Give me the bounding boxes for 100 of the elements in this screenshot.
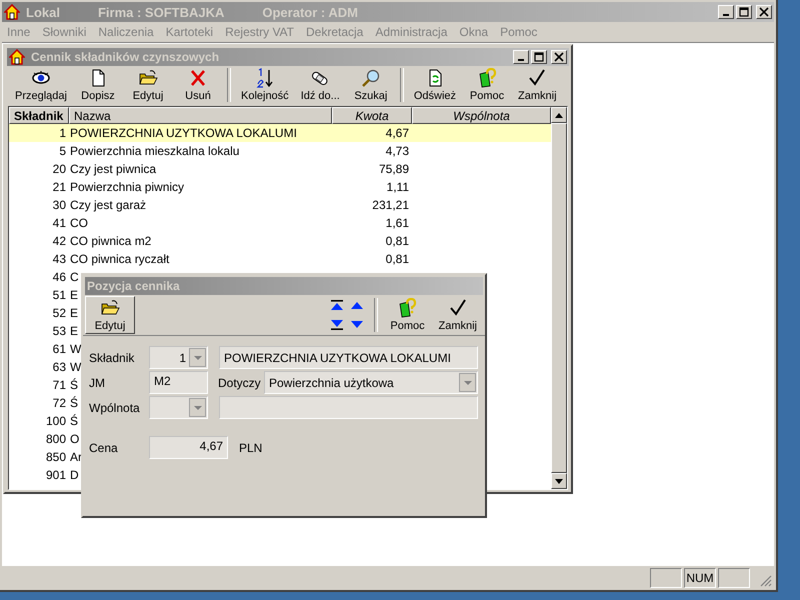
- table-row[interactable]: 20 Czy jest piwnica 75,89: [9, 160, 551, 178]
- edit-button[interactable]: Edytuj: [85, 296, 135, 334]
- maximize-icon: [739, 7, 749, 17]
- table-cell: Powierzchnia mieszkalna lokalu: [70, 144, 240, 158]
- unit-field[interactable]: M2: [149, 371, 208, 394]
- num-indicator: NUM: [684, 568, 716, 588]
- previous-record-icon[interactable]: [350, 300, 364, 312]
- scroll-up-button[interactable]: [551, 107, 567, 123]
- toolbar-button[interactable]: Kolejność: [234, 66, 295, 104]
- table-cell: O: [70, 432, 80, 446]
- table-cell: CO piwnica ryczałt: [70, 252, 170, 266]
- company-label: Firma : SOFTBAJKA: [98, 4, 224, 20]
- table-row[interactable]: 30 Czy jest garaż 231,21: [9, 196, 551, 214]
- search-icon: [360, 68, 381, 88]
- toolbar-button[interactable]: Szukaj: [346, 66, 396, 104]
- dropdown-arrow-icon[interactable]: [194, 356, 202, 360]
- table-cell: POWIERZCHNIA UZYTKOWA LOKALUMI: [70, 126, 297, 140]
- table-cell: 1: [59, 126, 66, 140]
- field-label: JM: [89, 376, 106, 390]
- toolbar-button[interactable]: Pomoc: [462, 66, 512, 104]
- price-field[interactable]: 4,67: [149, 436, 228, 459]
- table-cell: C: [70, 270, 79, 284]
- toolbar-button[interactable]: Idź do...: [294, 66, 346, 104]
- table-cell: D: [70, 468, 79, 482]
- toolbar-button[interactable]: Pomoc: [382, 296, 432, 334]
- table-cell: 850: [46, 450, 66, 464]
- house-icon: [4, 4, 20, 20]
- up-arrow-icon: [555, 112, 563, 118]
- community-combo[interactable]: [149, 396, 208, 419]
- help-icon: [397, 298, 418, 318]
- table-cell: 53: [52, 324, 66, 338]
- column-header[interactable]: Składnik: [9, 107, 69, 124]
- scrollbar-thumb[interactable]: [551, 123, 567, 473]
- table-cell: 100: [46, 414, 66, 428]
- table-row[interactable]: 5 Powierzchnia mieszkalna lokalu 4,73: [9, 142, 551, 160]
- applies-to-combo[interactable]: Powierzchnia użytkowa: [264, 371, 478, 394]
- name-field[interactable]: POWIERZCHNIA UZYTKOWA LOKALUMI: [219, 346, 478, 369]
- table-cell: 42: [52, 234, 66, 248]
- scroll-down-button[interactable]: [551, 473, 567, 489]
- table-row[interactable]: 43 CO piwnica ryczałt 0,81: [9, 250, 551, 268]
- sort-icon: [254, 68, 275, 88]
- table-cell: 71: [52, 378, 66, 392]
- last-record-icon[interactable]: [330, 318, 344, 330]
- toolbar-button[interactable]: Edytuj: [122, 66, 173, 104]
- table-cell: 43: [52, 252, 66, 266]
- community-name-field[interactable]: [219, 396, 478, 419]
- resize-grip-icon[interactable]: [760, 575, 772, 587]
- toolbar-button[interactable]: Usuń: [172, 66, 223, 104]
- table-cell: 4,67: [386, 126, 409, 140]
- dropdown-arrow-icon[interactable]: [464, 380, 472, 384]
- minimize-button[interactable]: [718, 5, 734, 19]
- table-cell: 72: [52, 396, 66, 410]
- first-record-icon[interactable]: [330, 300, 344, 312]
- table-cell: W: [70, 360, 82, 374]
- toolbar-button[interactable]: Dopisz: [72, 66, 123, 104]
- maximize-button[interactable]: [531, 50, 547, 64]
- check-icon: [448, 298, 468, 318]
- toolbar-button[interactable]: Zamknij: [512, 66, 563, 104]
- table-row[interactable]: 21 Powierzchnia piwnicy 1,11: [9, 178, 551, 196]
- table-cell: E: [70, 324, 78, 338]
- component-combo[interactable]: 1: [149, 346, 208, 369]
- toolbar-button[interactable]: Zamknij: [432, 296, 483, 334]
- table-cell: 231,21: [372, 198, 409, 212]
- table-row[interactable]: 1 POWIERZCHNIA UZYTKOWA LOKALUMI 4,67: [9, 124, 551, 142]
- table-cell: 63: [52, 360, 66, 374]
- table-row[interactable]: 41 CO 1,61: [9, 214, 551, 232]
- dialog-title: Pozycja cennika: [87, 279, 180, 293]
- minimize-button[interactable]: [513, 50, 529, 64]
- toolbar-button[interactable]: Przeglądaj: [9, 66, 73, 104]
- table-cell: 4,73: [386, 144, 409, 158]
- table-cell: CO piwnica m2: [70, 234, 152, 248]
- dropdown-arrow-icon[interactable]: [194, 406, 202, 410]
- table-cell: 800: [46, 432, 66, 446]
- table-cell: Ś: [70, 414, 78, 428]
- maximize-icon: [534, 52, 544, 62]
- table-cell: 41: [52, 216, 66, 230]
- table-row[interactable]: 42 CO piwnica m2 0,81: [9, 232, 551, 250]
- table-cell: E: [70, 306, 78, 320]
- table-cell: 75,89: [378, 162, 409, 176]
- close-button[interactable]: [551, 50, 567, 64]
- table-cell: Powierzchnia piwnicy: [70, 180, 184, 194]
- table-cell: Czy jest garaż: [70, 198, 146, 212]
- minimize-icon: [723, 14, 729, 16]
- next-record-icon[interactable]: [350, 318, 364, 330]
- toolbar-button[interactable]: Odśwież: [408, 66, 462, 104]
- table-cell: 30: [52, 198, 66, 212]
- close-button[interactable]: [756, 5, 772, 19]
- table-cell: Ś: [70, 378, 78, 392]
- column-header[interactable]: Wspólnota: [412, 107, 551, 124]
- column-header[interactable]: Nazwa: [69, 107, 332, 124]
- help-icon: [477, 68, 498, 88]
- table-cell: 5: [59, 144, 66, 158]
- table-cell: CO: [70, 216, 88, 230]
- field-label: Cena: [89, 440, 119, 454]
- column-header[interactable]: Kwota: [332, 107, 412, 124]
- table-cell: Ar: [70, 450, 82, 464]
- maximize-button[interactable]: [736, 5, 752, 19]
- house-icon: [9, 49, 25, 65]
- status-panel: [718, 568, 750, 588]
- window-title: Cennik składników czynszowych: [31, 50, 220, 64]
